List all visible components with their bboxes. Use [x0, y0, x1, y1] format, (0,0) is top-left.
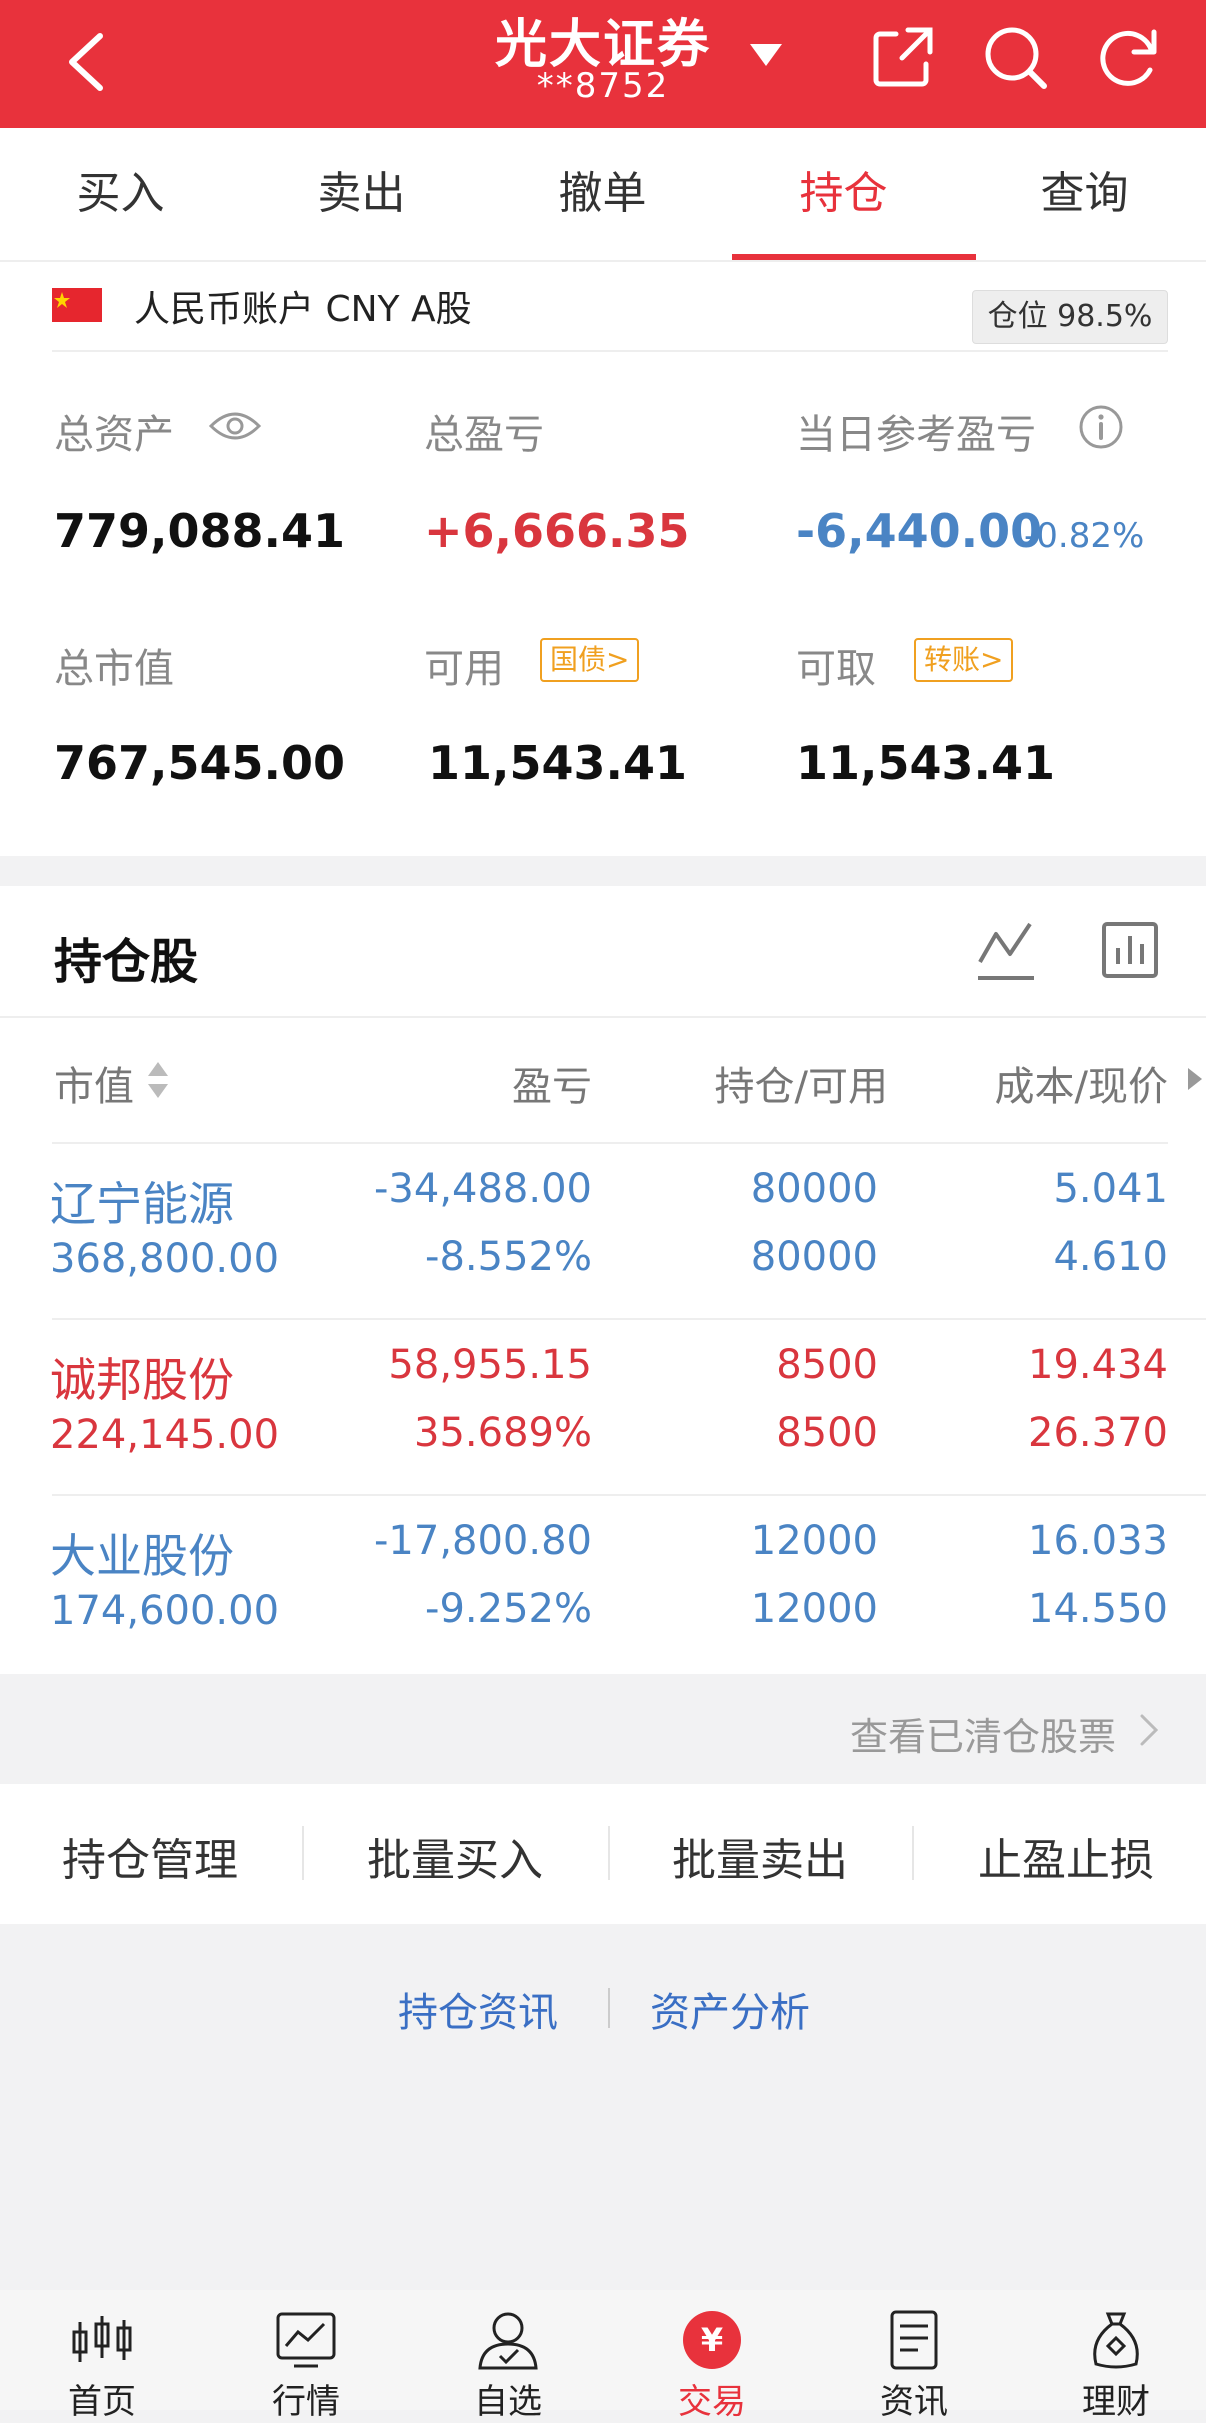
divider	[912, 1826, 914, 1880]
stock-available: 8500	[776, 1410, 878, 1456]
stock-pnl-percent: -9.252%	[425, 1586, 592, 1632]
column-cost-price: 成本/现价	[994, 1064, 1168, 1110]
divider	[608, 1988, 610, 2028]
stock-pnl: -34,488.00	[373, 1166, 592, 1212]
divider	[52, 1494, 1206, 1496]
stop-profit-loss-button[interactable]: 止盈止损	[916, 1824, 1206, 1888]
total-assets-value: 779,088.41	[54, 504, 346, 558]
stock-pnl-percent: -8.552%	[425, 1234, 592, 1280]
divider	[302, 1826, 304, 1880]
home-candlestick-icon	[72, 2316, 132, 2362]
stock-market-value: 174,600.00	[50, 1588, 280, 1634]
market-value-label: 总市值	[54, 646, 174, 692]
nav-label: 行情	[272, 2382, 340, 2422]
nav-label: 资讯	[880, 2382, 948, 2422]
available-label: 可用	[424, 646, 504, 692]
active-tab-indicator	[732, 254, 976, 260]
available-value: 11,543.41	[428, 736, 687, 790]
divider	[52, 1318, 1206, 1320]
stock-cost: 5.041	[1053, 1166, 1168, 1212]
cleared-stocks-link[interactable]: 查看已清仓股票	[850, 1706, 1116, 1761]
manage-holdings-button[interactable]: 持仓管理	[0, 1824, 300, 1888]
stock-name[interactable]: 大业股份	[50, 1520, 234, 1586]
tab-cancel[interactable]: 撤单	[482, 128, 723, 262]
batch-sell-button[interactable]: 批量卖出	[610, 1824, 910, 1888]
tab-query[interactable]: 查询	[964, 128, 1205, 262]
stock-price: 4.610	[1053, 1234, 1168, 1280]
total-pnl-label: 总盈亏	[424, 412, 544, 458]
nav-label: 自选	[474, 2382, 542, 2422]
share-icon[interactable]	[868, 22, 938, 92]
stock-name[interactable]: 辽宁能源	[50, 1168, 234, 1234]
account-type-label: 人民币账户 CNY A股	[134, 289, 472, 330]
top-bar: 光大证券 **8752	[0, 0, 1206, 128]
search-icon[interactable]	[980, 22, 1050, 92]
daily-pnl-value: -6,440.00	[796, 504, 1043, 558]
refresh-icon[interactable]	[1094, 22, 1164, 92]
divider	[52, 1142, 1168, 1144]
stock-name[interactable]: 诚邦股份	[50, 1344, 234, 1410]
watchlist-user-icon	[478, 2312, 538, 2370]
holdings-news-link[interactable]: 持仓资讯	[398, 1980, 558, 2038]
divider	[0, 1016, 1206, 1018]
stock-pnl: -17,800.80	[373, 1518, 592, 1564]
nav-label: 交易	[678, 2382, 746, 2422]
stock-position: 80000	[750, 1166, 878, 1212]
divider	[52, 350, 1168, 352]
bar-chart-icon[interactable]	[1102, 922, 1158, 978]
wealth-bag-icon	[1093, 2312, 1139, 2369]
total-assets-label: 总资产	[54, 412, 174, 458]
stock-price: 14.550	[1028, 1586, 1168, 1632]
stock-cost: 16.033	[1028, 1518, 1168, 1564]
stock-pnl: 58,955.15	[388, 1342, 592, 1388]
treasury-bond-tag[interactable]: 国债>	[540, 638, 640, 682]
stock-cost: 19.434	[1028, 1342, 1168, 1388]
position-ratio-badge: 仓位 98.5%	[972, 290, 1168, 344]
market-chart-icon	[276, 2312, 336, 2368]
nav-label: 理财	[1082, 2382, 1150, 2422]
eye-icon[interactable]	[208, 408, 262, 444]
dropdown-caret-icon[interactable]	[748, 40, 784, 68]
china-flag-icon	[52, 288, 102, 322]
tab-sell[interactable]: 卖出	[241, 128, 482, 262]
batch-buy-button[interactable]: 批量买入	[305, 1824, 605, 1888]
stock-price: 26.370	[1028, 1410, 1168, 1456]
nav-label: 首页	[68, 2382, 136, 2422]
market-value: 767,545.00	[54, 736, 346, 790]
column-position: 持仓/可用	[714, 1064, 888, 1110]
chevron-right-icon[interactable]	[1138, 1712, 1160, 1748]
news-document-icon	[890, 2310, 938, 2370]
daily-pnl-percent: -0.82%	[1024, 516, 1145, 556]
sort-icon[interactable]	[146, 1058, 170, 1102]
withdrawable-value: 11,543.41	[796, 736, 1055, 790]
stock-position: 8500	[776, 1342, 878, 1388]
trade-yuan-icon: ¥	[683, 2311, 741, 2369]
withdrawable-label: 可取	[796, 646, 876, 692]
total-pnl-value: +6,666.35	[424, 504, 690, 558]
column-pnl: 盈亏	[512, 1064, 592, 1110]
info-icon[interactable]	[1078, 404, 1124, 450]
tab-buy[interactable]: 买入	[0, 128, 241, 262]
transfer-tag[interactable]: 转账>	[914, 638, 1014, 682]
tab-holdings[interactable]: 持仓	[723, 128, 964, 262]
daily-pnl-label: 当日参考盈亏	[796, 412, 1036, 458]
trade-tabs: 买入 卖出 撤单 持仓 查询	[0, 128, 1206, 262]
line-chart-icon[interactable]	[976, 920, 1036, 982]
stock-pnl-percent: 35.689%	[414, 1410, 592, 1456]
stock-available: 12000	[750, 1586, 878, 1632]
column-market-value[interactable]: 市值	[54, 1054, 134, 1112]
svg-text:¥: ¥	[701, 2321, 723, 2359]
stock-available: 80000	[750, 1234, 878, 1280]
stock-market-value: 224,145.00	[50, 1412, 280, 1458]
holdings-title: 持仓股	[54, 934, 199, 990]
stock-position: 12000	[750, 1518, 878, 1564]
scroll-right-icon[interactable]	[1186, 1066, 1204, 1092]
asset-analysis-link[interactable]: 资产分析	[650, 1980, 810, 2038]
stock-market-value: 368,800.00	[50, 1236, 280, 1282]
